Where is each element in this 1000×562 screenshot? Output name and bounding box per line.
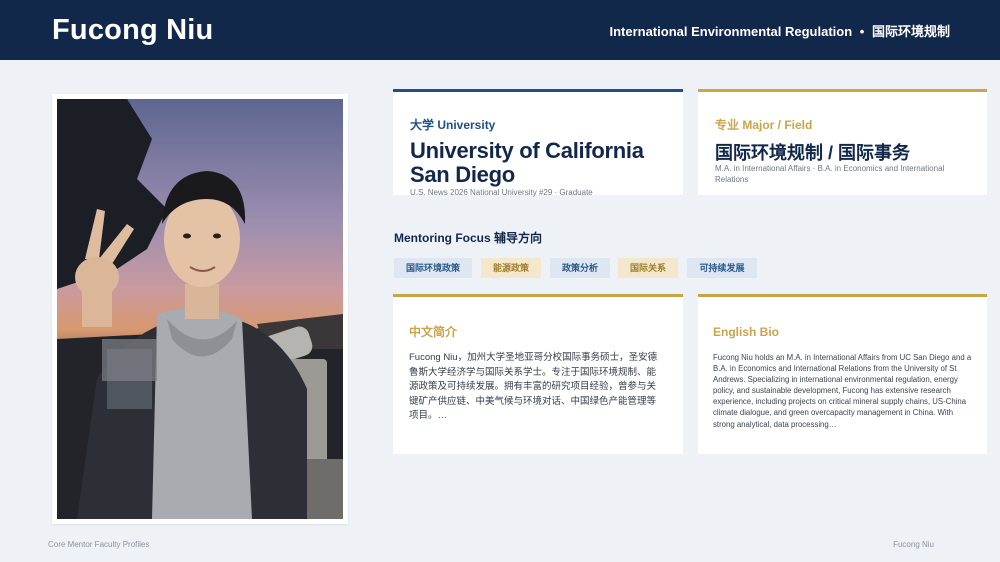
- subtitle-english: International Environmental Regulation: [609, 24, 853, 39]
- major-card: 专业 Major / Field 国际环境规制 / 国际事务 M.A. in I…: [698, 89, 987, 195]
- profile-photo: [57, 99, 343, 519]
- chinese-bio-label: 中文简介: [409, 325, 458, 339]
- university-label: 大学 University: [410, 118, 496, 132]
- major-label: 专业 Major / Field: [715, 118, 813, 132]
- header-bar: Fucong Niu International Environmental R…: [0, 0, 1000, 60]
- major-name: 国际环境规制 / 国际事务: [715, 143, 911, 163]
- university-card: 大学 University University of California S…: [393, 89, 683, 197]
- focus-tag: 能源政策: [481, 258, 541, 278]
- major-degrees: M.A. in International Affairs · B.A. in …: [715, 164, 945, 184]
- focus-tag: 国际环境政策: [394, 258, 472, 278]
- chinese-bio-card: 中文简介 Fucong Niu，加州大学圣地亚哥分校国际事务硕士，圣安德鲁斯大学…: [393, 294, 683, 454]
- english-bio-label: English Bio: [713, 325, 779, 339]
- university-name: University of California San Diego: [410, 138, 644, 187]
- subtitle-chinese: 国际环境规制: [871, 24, 950, 39]
- focus-tag: 可持续发展: [687, 258, 757, 278]
- footer-mentor-name: Fucong Niu: [893, 540, 934, 549]
- hoodie: [152, 307, 252, 519]
- focus-tag: 国际关系: [618, 258, 678, 278]
- mentor-name: Fucong Niu: [52, 14, 214, 46]
- english-bio-card: English Bio Fucong Niu holds an M.A. in …: [698, 294, 987, 454]
- profile-photo-frame: [52, 94, 348, 524]
- subtitle-separator: •: [859, 24, 865, 39]
- header-subtitle: International Environmental Regulation •…: [609, 21, 950, 40]
- focus-tag: 政策分析: [550, 258, 610, 278]
- mentoring-focus-title: Mentoring Focus 辅导方向: [394, 231, 542, 245]
- english-bio-text: Fucong Niu holds an M.A. in Internationa…: [713, 353, 972, 429]
- footer-section-title: Core Mentor Faculty Profiles: [48, 540, 150, 549]
- chinese-bio-text: Fucong Niu，加州大学圣地亚哥分校国际事务硕士，圣安德鲁斯大学经济学与国…: [409, 352, 658, 421]
- university-ranking: U.S. News 2026 National University #29 ·…: [410, 188, 593, 197]
